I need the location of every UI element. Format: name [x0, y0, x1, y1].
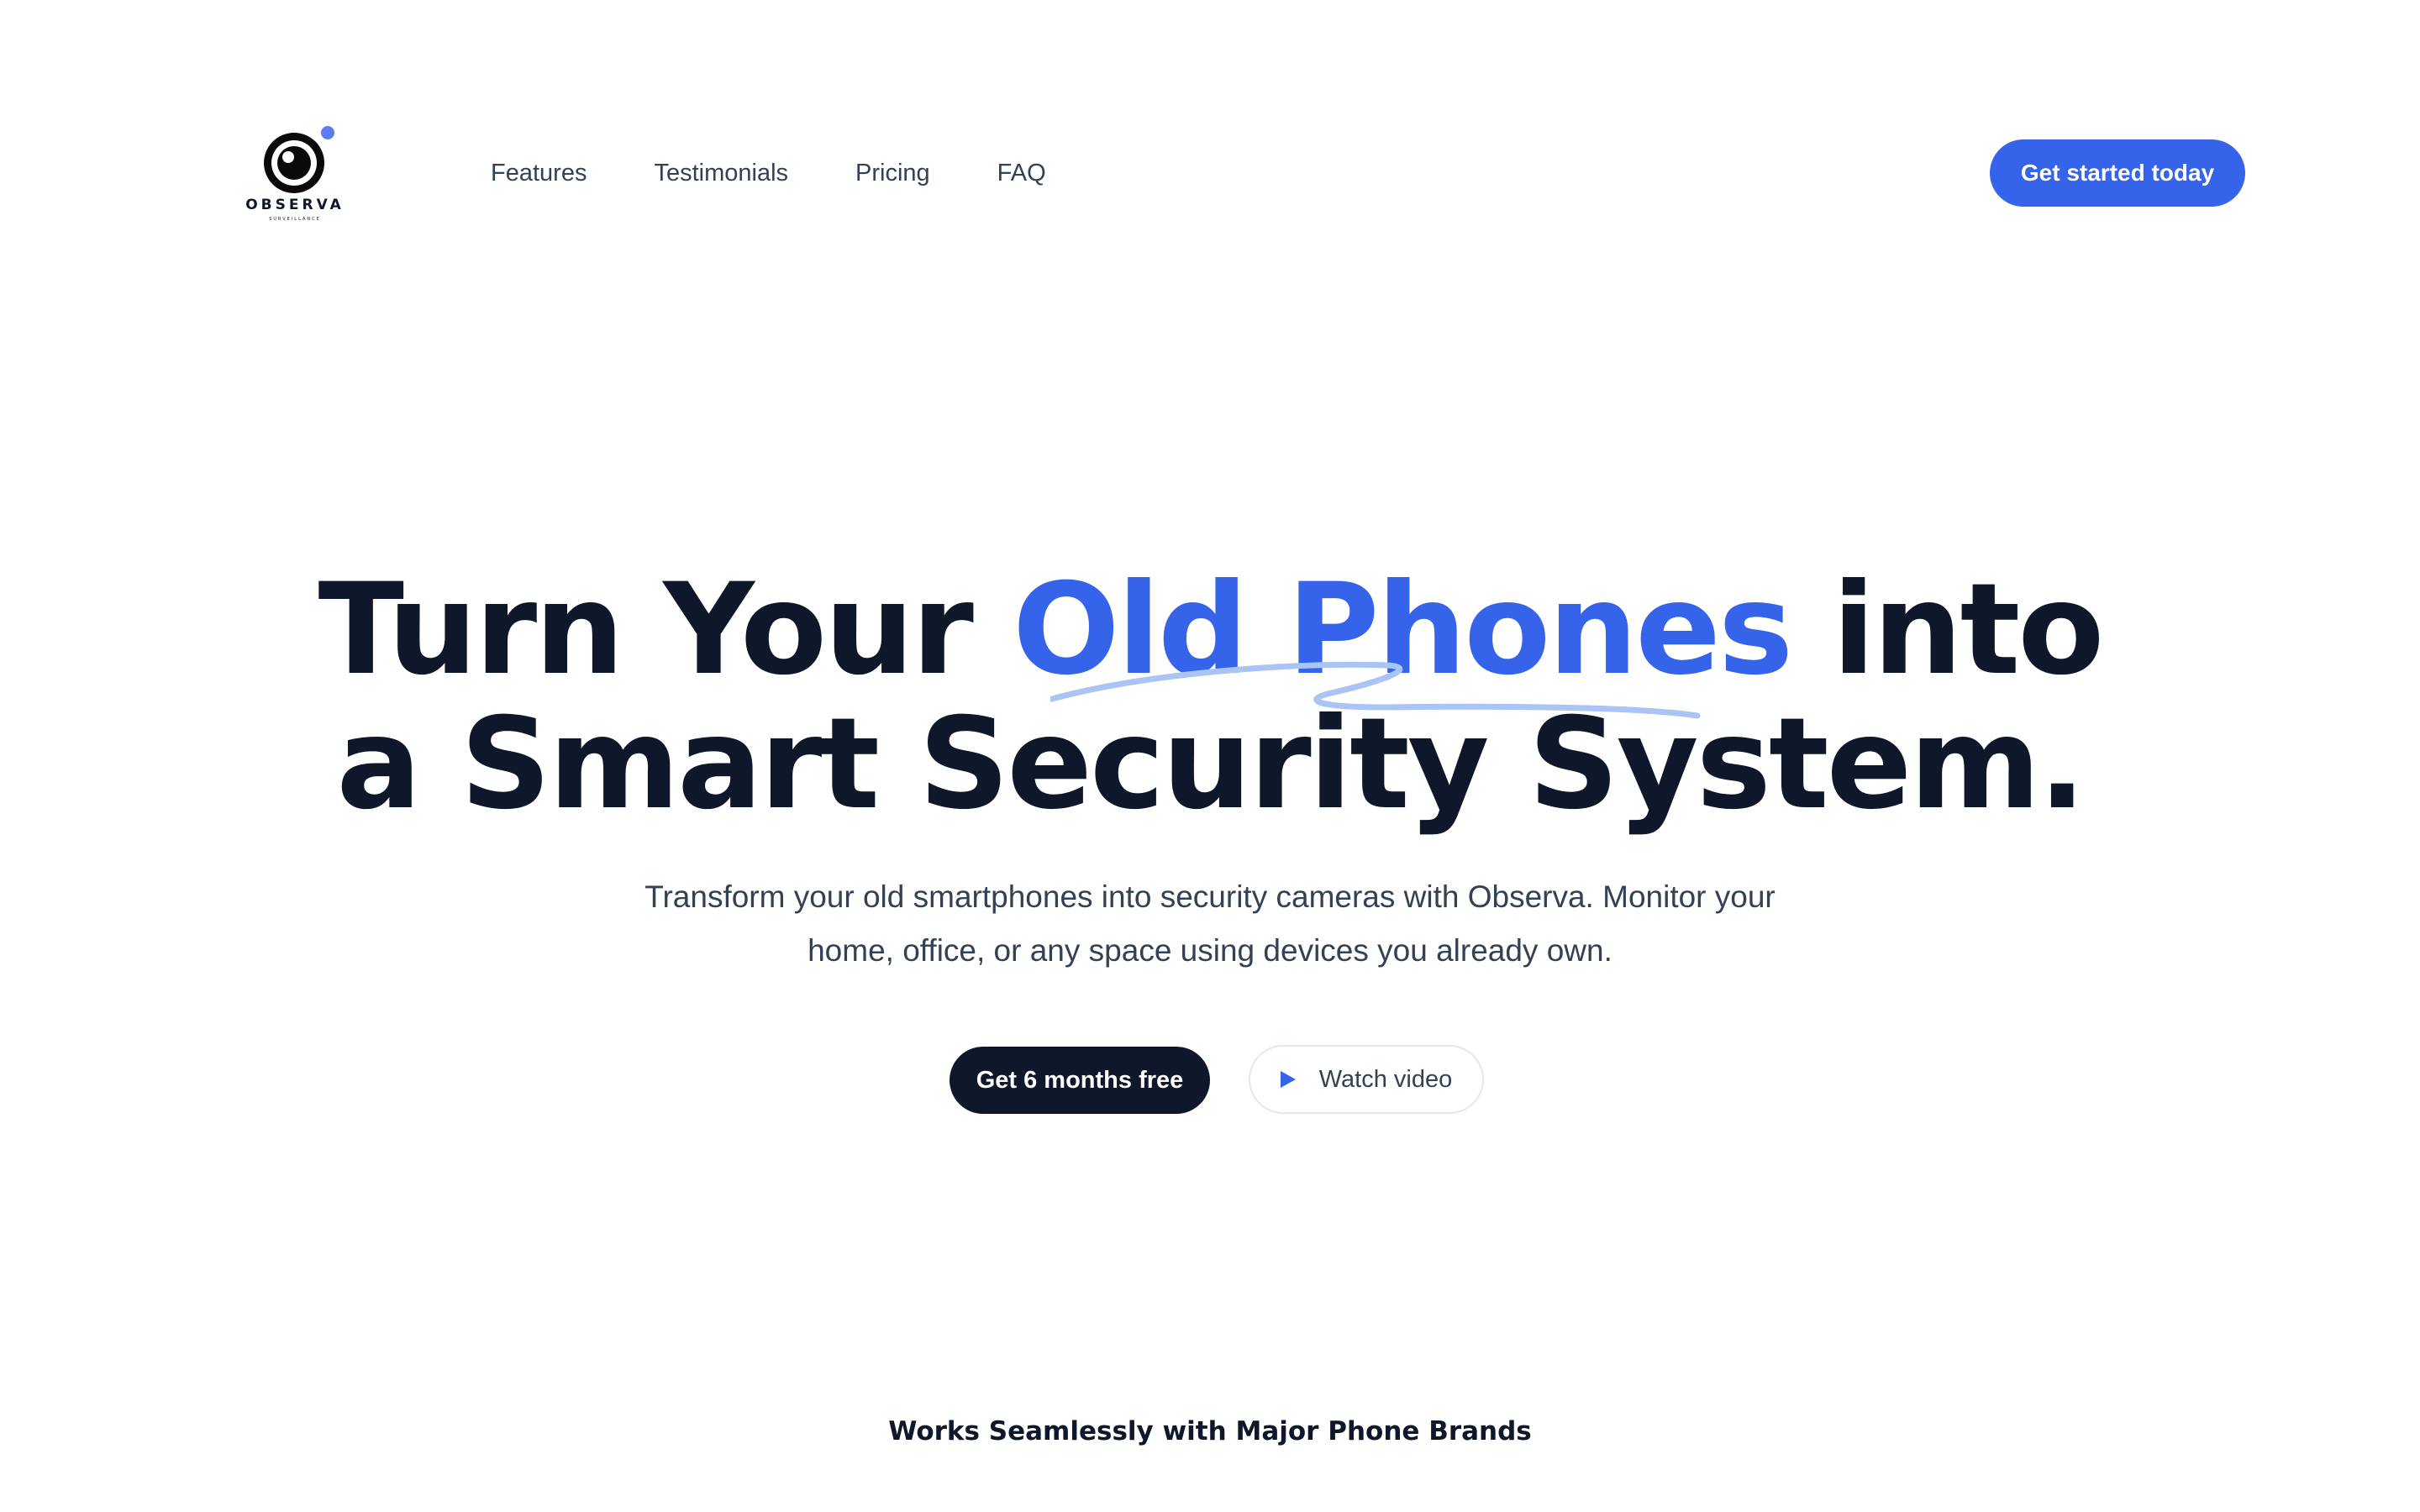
hero-title-part-1: Turn Your — [318, 557, 1013, 703]
main-nav: Features Testimonials Pricing FAQ — [467, 141, 1090, 205]
play-icon — [1280, 1071, 1296, 1088]
nav-link-features[interactable]: Features — [467, 151, 610, 196]
hero-title-highlight: Old Phones — [1013, 557, 1793, 703]
watch-video-button[interactable]: Watch video — [1249, 1045, 1484, 1114]
get-6-months-free-button[interactable]: Get 6 months free — [950, 1047, 1210, 1114]
hero-title-part-2: into — [1791, 557, 2104, 703]
hero-title-line-1: Turn Your Old Phones into — [0, 563, 2420, 697]
watch-video-label: Watch video — [1318, 1065, 1453, 1093]
get-started-button[interactable]: Get started today — [1990, 139, 2245, 207]
nav-link-faq[interactable]: FAQ — [974, 151, 1070, 196]
brand-logo[interactable]: OBSERVA SURVEILLANCE — [240, 119, 351, 228]
hero-subtitle: Transform your old smartphones into secu… — [644, 879, 1776, 968]
brands-section-title: Works Seamlessly with Major Phone Brands — [888, 1416, 1532, 1446]
brand-name: OBSERVA — [245, 197, 345, 213]
brand-tagline: SURVEILLANCE — [269, 217, 321, 222]
hero-title: Turn Your Old Phones into a Smart Securi… — [0, 563, 2420, 832]
nav-link-testimonials[interactable]: Testimonials — [630, 151, 812, 196]
nav-link-pricing[interactable]: Pricing — [832, 151, 954, 196]
landing-page: OBSERVA SURVEILLANCE Features Testimonia… — [0, 0, 2420, 1512]
eye-camera-icon — [264, 126, 334, 193]
hero-title-line-2: a Smart Security System. — [336, 691, 2086, 837]
